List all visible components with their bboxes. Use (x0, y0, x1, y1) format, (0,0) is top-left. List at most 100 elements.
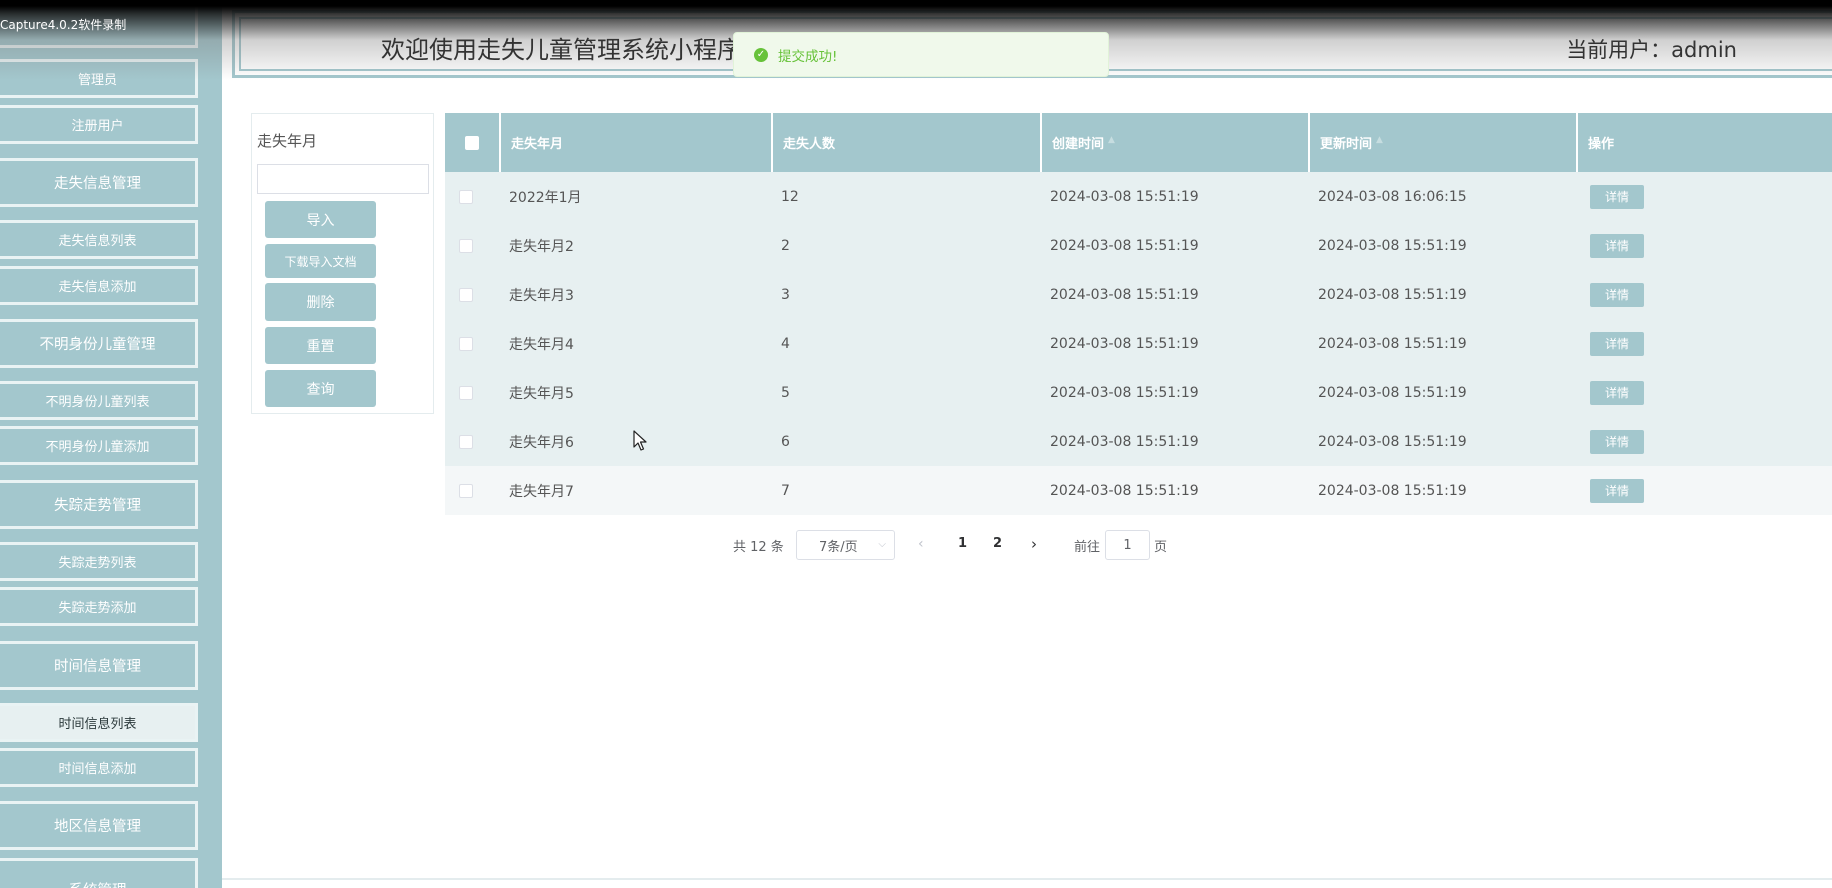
sidebar-item-unknown-list[interactable]: 不明身份儿童列表 (0, 381, 198, 420)
header-select-all[interactable] (445, 113, 499, 172)
sidebar-group-missing-info[interactable]: 走失信息管理 (0, 158, 198, 207)
detail-button[interactable]: 详情 (1590, 380, 1644, 405)
table-row: 2022年1月 12 2024-03-08 15:51:19 2024-03-08 1… (445, 172, 1832, 221)
page-title: 欢迎使用走失儿童管理系统小程序 (381, 36, 741, 64)
cell-month: 2022年1月 (509, 189, 582, 206)
table-row: 走失年月5 5 2024-03-08 15:51:19 2024-03-08 15:5… (445, 368, 1832, 417)
header-count-label: 走失人数 (783, 137, 836, 152)
sidebar-group-unknown-children[interactable]: 不明身份儿童管理 (0, 319, 198, 368)
table-row: 走失年月3 3 2024-03-08 15:51:19 2024-03-08 15:5… (445, 270, 1832, 319)
app-root: 管理员 注册用户 走失信息管理 走失信息列表 走失信息添加 不明身份儿童管理 不… (0, 0, 1832, 888)
sidebar-item-label: 走失信息管理 (54, 176, 141, 192)
detail-button[interactable]: 详情 (1590, 233, 1644, 258)
sidebar-item-trend-add[interactable]: 失踪走势添加 (0, 587, 198, 626)
cell-created: 2024-03-08 15:51:19 (1050, 286, 1199, 303)
sidebar-group-system[interactable]: 系统管理 (0, 858, 198, 888)
cell-actions: 详情 (1590, 319, 1644, 368)
sidebar-group-time-info[interactable]: 时间信息管理 (0, 641, 198, 690)
row-select-cell (459, 368, 473, 417)
download-template-button[interactable]: 下载导入文档 (265, 244, 376, 278)
check-circle-icon: ✓ (754, 47, 768, 62)
row-checkbox[interactable] (459, 385, 473, 400)
search-input[interactable] (257, 164, 429, 194)
sort-icon[interactable]: ▲ (1108, 135, 1115, 145)
sidebar-item-label: 管理员 (77, 73, 117, 88)
prev-page-icon[interactable]: ‹ (918, 536, 924, 566)
detail-button[interactable]: 详情 (1590, 478, 1644, 503)
header-actions-label: 操作 (1588, 137, 1615, 152)
goto-page-input[interactable]: 1 (1105, 530, 1150, 560)
row-select-cell (459, 417, 473, 466)
row-checkbox[interactable] (459, 189, 473, 204)
page-size-select[interactable]: 7条/页 ⌵ (796, 530, 895, 560)
row-checkbox[interactable] (459, 336, 473, 351)
page-suffix: 页 (1154, 540, 1168, 555)
header-created-label: 创建时间 (1052, 137, 1105, 152)
sidebar-item-admin[interactable]: 管理员 (0, 59, 198, 98)
row-checkbox[interactable] (459, 238, 473, 253)
header-updated[interactable]: 更新时间 ▲ (1308, 113, 1576, 172)
row-checkbox[interactable] (459, 483, 473, 498)
header-created[interactable]: 创建时间 ▲ (1040, 113, 1308, 172)
sidebar-group-trend[interactable]: 失踪走势管理 (0, 480, 198, 529)
sidebar-item-time-list[interactable]: 时间信息列表 (0, 703, 198, 742)
sidebar-item-label: 系统管理 (69, 879, 127, 888)
search-label: 走失年月 (257, 132, 318, 150)
sort-icon[interactable]: ▲ (1376, 135, 1383, 145)
cell-created: 2024-03-08 15:51:19 (1050, 335, 1199, 352)
cell-updated: 2024-03-08 15:51:19 (1318, 335, 1467, 352)
sidebar-item-label: 走失信息列表 (58, 234, 137, 249)
cell-actions: 详情 (1590, 466, 1644, 515)
table-header: 走失年月 走失人数 创建时间 ▲ 更新时间 ▲ 操作 (445, 113, 1832, 172)
table-row: 走失年月6 6 2024-03-08 15:51:19 2024-03-08 15:5… (445, 417, 1832, 466)
cell-updated: 2024-03-08 15:51:19 (1318, 237, 1467, 254)
cell-count: 2 (781, 237, 790, 254)
cell-created: 2024-03-08 15:51:19 (1050, 237, 1199, 254)
row-select-cell (459, 466, 473, 515)
sidebar-group-region-info[interactable]: 地区信息管理 (0, 801, 198, 850)
cell-created: 2024-03-08 15:51:19 (1050, 482, 1199, 499)
table-row: 走失年月4 4 2024-03-08 15:51:19 2024-03-08 15:5… (445, 319, 1832, 368)
cell-updated: 2024-03-08 16:06:15 (1318, 188, 1467, 205)
sidebar-item-time-add[interactable]: 时间信息添加 (0, 748, 198, 787)
sidebar-item-missing-list[interactable]: 走失信息列表 (0, 220, 198, 259)
header-month: 走失年月 (499, 113, 771, 172)
detail-button[interactable]: 详情 (1590, 282, 1644, 307)
row-select-cell (459, 172, 473, 221)
reset-button[interactable]: 重置 (265, 327, 376, 364)
cell-created: 2024-03-08 15:51:19 (1050, 384, 1199, 401)
query-button[interactable]: 查询 (265, 370, 376, 407)
cell-month: 走失年月5 (509, 385, 574, 402)
sidebar-item-label: 时间信息列表 (58, 717, 137, 732)
sidebar-item-label: 走失信息添加 (58, 280, 137, 295)
row-checkbox[interactable] (459, 287, 473, 302)
delete-button[interactable]: 删除 (265, 283, 376, 321)
cell-actions: 详情 (1590, 270, 1644, 319)
page-number-2[interactable]: 2 (993, 536, 1002, 566)
sidebar-item-label: 注册用户 (71, 119, 124, 134)
detail-button[interactable]: 详情 (1590, 331, 1644, 356)
sidebar-item-trend-list[interactable]: 失踪走势列表 (0, 542, 198, 581)
sidebar-item-label: 时间信息管理 (54, 659, 141, 675)
search-panel: 走失年月 导入 下载导入文档 删除 重置 查询 (251, 113, 434, 414)
import-button[interactable]: 导入 (265, 201, 376, 238)
sidebar-item-unknown-add[interactable]: 不明身份儿童添加 (0, 426, 198, 465)
cell-count: 3 (781, 286, 790, 303)
sidebar-item-registered-users[interactable]: 注册用户 (0, 105, 198, 144)
mouse-cursor-icon (633, 430, 647, 451)
row-checkbox[interactable] (459, 434, 473, 449)
recorder-watermark: Capture4.0.2软件录制 (0, 18, 127, 32)
cell-updated: 2024-03-08 15:51:19 (1318, 384, 1467, 401)
sidebar-item-missing-add[interactable]: 走失信息添加 (0, 266, 198, 305)
cell-month: 走失年月6 (509, 434, 574, 451)
sidebar-item-label: 不明身份儿童列表 (45, 395, 150, 410)
cell-count: 7 (781, 482, 790, 499)
page-number-1[interactable]: 1 (958, 536, 967, 566)
detail-button[interactable]: 详情 (1590, 184, 1644, 209)
select-all-checkbox[interactable] (465, 135, 479, 150)
table-row: 走失年月7 7 2024-03-08 15:51:19 2024-03-08 15:5… (445, 466, 1832, 515)
cell-actions: 详情 (1590, 172, 1644, 221)
next-page-icon[interactable]: › (1031, 535, 1037, 565)
header-updated-label: 更新时间 (1320, 137, 1373, 152)
detail-button[interactable]: 详情 (1590, 429, 1644, 454)
